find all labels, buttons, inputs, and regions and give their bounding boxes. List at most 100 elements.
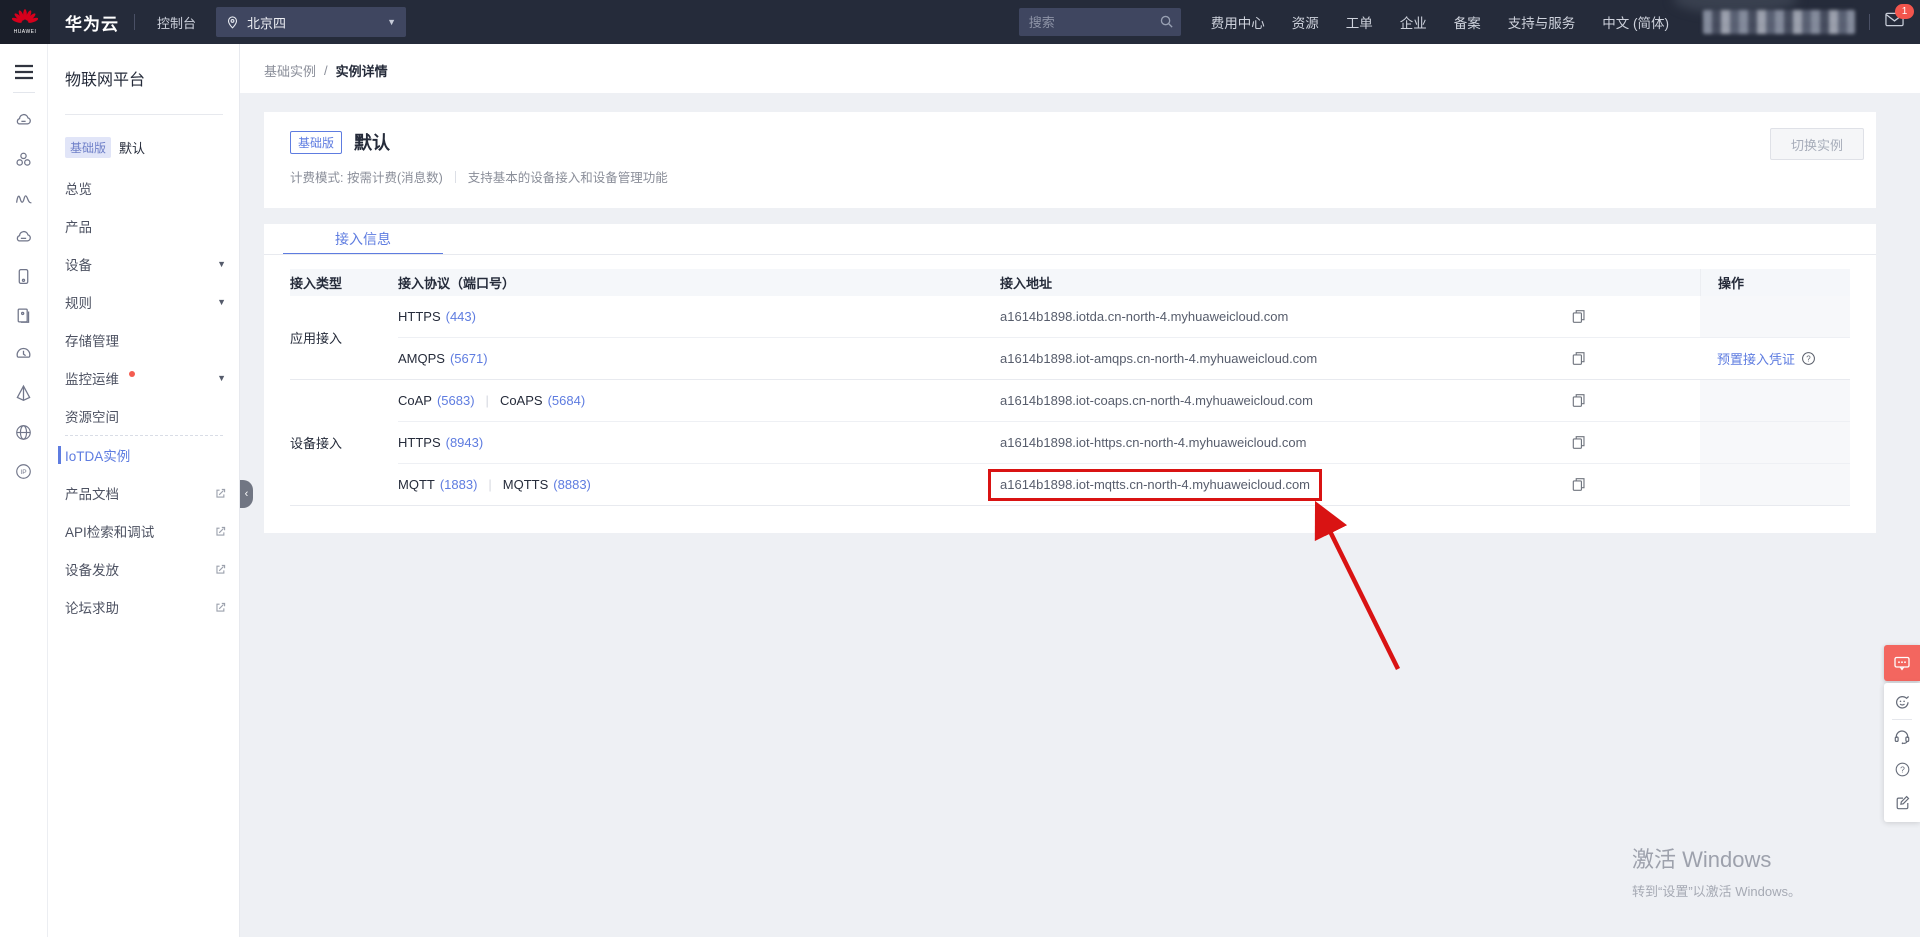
sidebar-item-resource-spaces[interactable]: 资源空间 [48, 397, 239, 435]
sidebar-item-overview[interactable]: 总览 [48, 169, 239, 207]
account-name-blurred[interactable] [1703, 10, 1855, 34]
protocol-port: (5684) [547, 393, 586, 408]
access-address: a1614b1898.iot-coaps.cn-north-4.myhuawei… [1000, 393, 1313, 408]
account-area[interactable] [1673, 0, 1855, 34]
instance-subtitle: 计费模式: 按需计费(消息数) 支持基本的设备接入和设备管理功能 [264, 155, 1876, 186]
action-cell-empty [1700, 422, 1850, 463]
protocol-name: MQTTS [502, 477, 549, 492]
protocol-name: MQTT [398, 477, 435, 492]
globe-icon[interactable] [0, 413, 48, 452]
svg-text:?: ? [1900, 765, 1905, 775]
sidebar-item-label: 论坛求助 [65, 601, 119, 616]
access-address-highlighted: a1614b1898.iot-mqtts.cn-north-4.myhuawei… [988, 468, 1545, 501]
edition-instance-name: 默认 [119, 140, 146, 156]
watermark-line1: 激活 Windows [1632, 847, 1772, 872]
sidebar-item-label: 产品文档 [65, 487, 119, 502]
protocol-port: (5683) [436, 393, 475, 408]
region-selector[interactable]: 北京四 ▼ [216, 7, 407, 37]
floating-toolbar: ? [1884, 645, 1920, 822]
switch-instance-button[interactable]: 切换实例 [1769, 128, 1864, 160]
mail-button[interactable]: 1 [1885, 4, 1914, 32]
menu-icon[interactable] [14, 64, 34, 80]
waves-icon[interactable] [0, 179, 48, 218]
cloud-icon[interactable] [0, 101, 48, 140]
action-cell-empty [1700, 296, 1850, 337]
caret-down-icon: ▼ [387, 17, 397, 27]
billing-mode: 计费模式: 按需计费(消息数) [290, 171, 443, 185]
sidebar-item-products[interactable]: 产品 [48, 207, 239, 245]
svg-text:IP: IP [20, 469, 27, 476]
nav-icp-filing[interactable]: 备案 [1454, 12, 1481, 32]
access-type-label: 设备接入 [290, 436, 343, 451]
copy-button[interactable] [1570, 308, 1587, 325]
copy-icon [1572, 352, 1585, 365]
sidebar-item-om[interactable]: 监控运维 ▼ [48, 359, 239, 397]
cloud-server-icon[interactable] [0, 218, 48, 257]
table-row-https-device: HTTPS (8943) a1614b1898.iot-https.cn-nort… [398, 421, 1850, 463]
collapse-arrow-icon: ‹ [244, 488, 249, 500]
support-button[interactable] [1884, 720, 1920, 753]
search-input[interactable] [1018, 8, 1181, 36]
subtitle-divider [454, 170, 456, 183]
access-info-card: 接入信息 接入类型 接入协议（端口号） 接入地址 操作 应用接入 HTTPS (4… [264, 224, 1876, 533]
sidebar-item-storage[interactable]: 存储管理 [48, 321, 239, 359]
sidebar-item-api-explorer[interactable]: API检索和调试 [48, 512, 239, 550]
copy-button[interactable] [1570, 392, 1587, 409]
protocol-port: (443) [445, 309, 476, 324]
instance-title-row: 基础版 默认 [264, 112, 1876, 155]
sidebar-item-label: IoTDA实例 [65, 449, 131, 464]
action-cell: 预置接入凭证 ? [1700, 338, 1850, 379]
sidebar-item-product-docs[interactable]: 产品文档 [48, 474, 239, 512]
copy-button[interactable] [1570, 476, 1587, 493]
organization-icon[interactable] [0, 140, 48, 179]
console-link[interactable]: 控制台 [157, 13, 196, 32]
sidebar-item-rules[interactable]: 规则 ▼ [48, 283, 239, 321]
region-label: 北京四 [247, 15, 287, 31]
sidebar-divider [65, 114, 223, 115]
sidebar-item-label: 产品 [65, 220, 92, 235]
col-protocol: 接入协议（端口号） [398, 276, 516, 291]
ip-icon[interactable]: IP [0, 452, 48, 491]
nav-billing-center[interactable]: 费用中心 [1211, 12, 1265, 32]
access-type-label: 应用接入 [290, 331, 343, 346]
nav-tickets[interactable]: 工单 [1346, 12, 1373, 32]
nav-resources[interactable]: 资源 [1292, 12, 1319, 32]
external-link-icon [214, 563, 227, 576]
location-pin-icon [227, 15, 238, 29]
survey-icon [1896, 795, 1909, 810]
question-icon: ? [1895, 762, 1909, 777]
sidebar-item-iotda-instances[interactable]: IoTDA实例 [48, 436, 239, 474]
breadcrumb-parent[interactable]: 基础实例 [264, 61, 316, 80]
topbar: HUAWEI 华为云 控制台 北京四 ▼ 费用中心 资源 工单 企业 [0, 0, 1920, 44]
survey-button[interactable] [1884, 786, 1920, 819]
prism-icon[interactable] [0, 374, 48, 413]
external-link-icon [214, 487, 227, 500]
global-search [1018, 8, 1181, 36]
search-icon[interactable] [1159, 14, 1174, 29]
chat-button[interactable] [1884, 645, 1920, 681]
tab-access-info[interactable]: 接入信息 [283, 224, 443, 255]
protocol-port: (5671) [449, 351, 488, 366]
edition-row: 基础版 默认 [65, 136, 239, 158]
help-circle-icon[interactable]: ? [1801, 351, 1816, 366]
preset-credential-link[interactable]: 预置接入凭证 [1717, 349, 1795, 368]
document-icon[interactable] [0, 296, 48, 335]
huawei-logo[interactable]: HUAWEI [0, 0, 50, 44]
copy-button[interactable] [1570, 434, 1587, 451]
nav-language[interactable]: 中文 (简体) [1602, 12, 1669, 32]
nav-support[interactable]: 支持与服务 [1508, 12, 1576, 32]
protocol-port: (1883) [439, 477, 478, 492]
sidebar-item-forum-help[interactable]: 论坛求助 [48, 588, 239, 626]
copy-button[interactable] [1570, 350, 1587, 367]
svg-text:?: ? [1806, 354, 1811, 363]
clock-icon[interactable] [0, 335, 48, 374]
feedback-button[interactable] [1884, 686, 1920, 719]
device-icon[interactable] [0, 257, 48, 296]
edition-badge: 基础版 [290, 130, 343, 154]
sidebar-item-device-provisioning[interactable]: 设备发放 [48, 550, 239, 588]
sidebar-collapse-handle[interactable]: ‹ [240, 480, 253, 508]
help-button[interactable]: ? [1884, 753, 1920, 786]
nav-enterprise[interactable]: 企业 [1400, 12, 1427, 32]
sidebar-item-label: 规则 [65, 296, 92, 311]
sidebar-item-devices[interactable]: 设备 ▼ [48, 245, 239, 283]
